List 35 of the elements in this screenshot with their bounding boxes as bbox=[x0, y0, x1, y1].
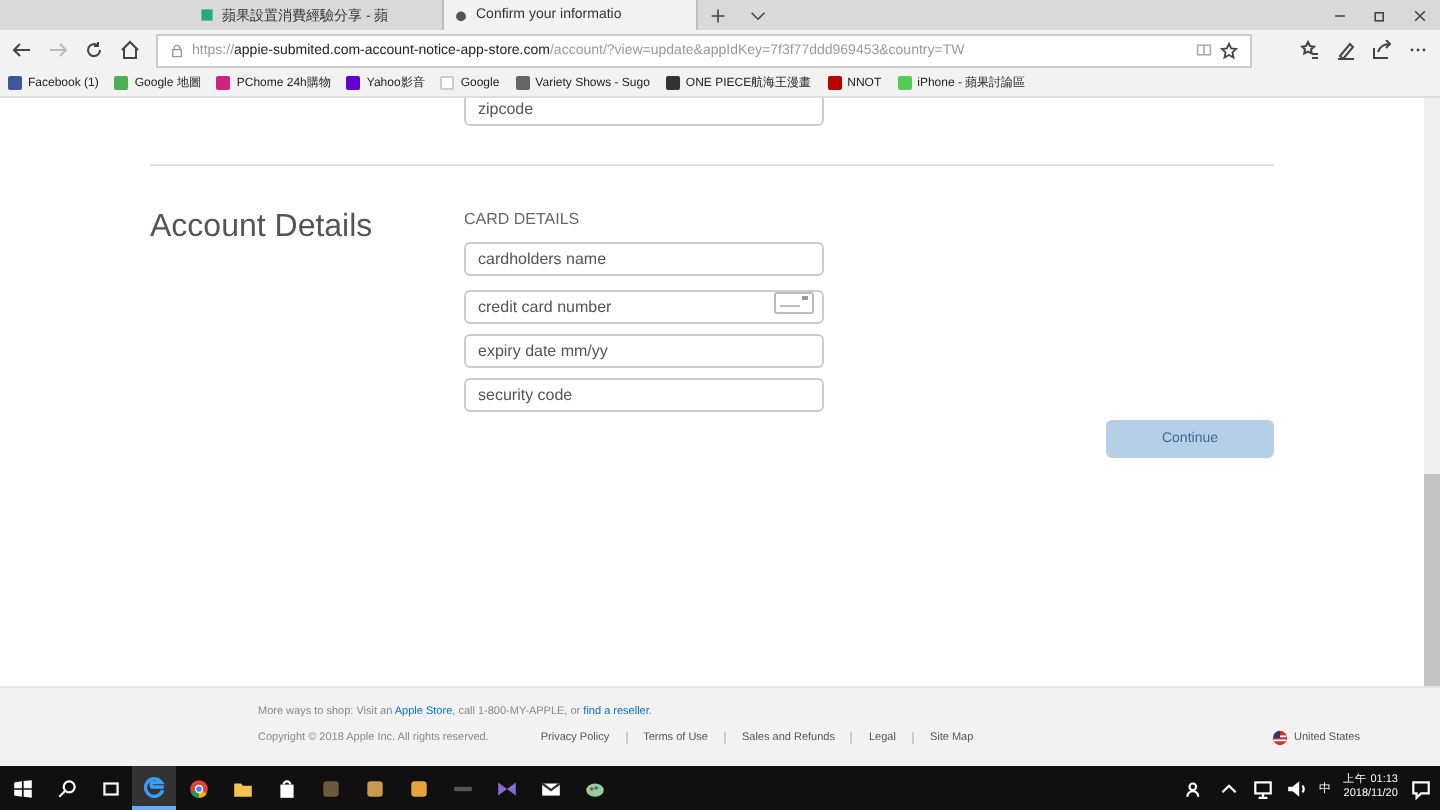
input-field[interactable]: cardholders name bbox=[464, 242, 824, 276]
chevron-down-icon[interactable] bbox=[750, 7, 766, 23]
input-field[interactable]: expiry date mm/yy bbox=[464, 334, 824, 368]
notification-icon[interactable] bbox=[1410, 777, 1432, 799]
share-icon[interactable] bbox=[1372, 40, 1392, 60]
input-field[interactable]: credit card number bbox=[464, 290, 824, 324]
restore-icon[interactable] bbox=[1372, 7, 1388, 23]
search-icon[interactable] bbox=[55, 777, 77, 799]
app-icon[interactable] bbox=[407, 777, 429, 799]
pen-icon[interactable] bbox=[1336, 40, 1356, 60]
star-icon[interactable] bbox=[1220, 41, 1238, 59]
credit-card-icon bbox=[774, 292, 814, 314]
refresh-icon[interactable] bbox=[84, 40, 104, 60]
home-icon[interactable] bbox=[120, 40, 140, 60]
network-icon[interactable] bbox=[1251, 777, 1274, 799]
group-label: CARD DETAILS bbox=[464, 210, 582, 228]
favorites-icon[interactable] bbox=[1300, 40, 1320, 60]
bowtie-icon[interactable] bbox=[495, 777, 517, 799]
windows-icon[interactable] bbox=[11, 777, 33, 799]
chrome-icon[interactable] bbox=[187, 777, 209, 799]
flag-icon bbox=[1271, 730, 1288, 746]
task-view-icon[interactable] bbox=[99, 777, 121, 799]
store-icon[interactable] bbox=[275, 777, 297, 799]
back-icon[interactable] bbox=[12, 40, 32, 60]
scrollbar[interactable] bbox=[1424, 98, 1440, 686]
mail-icon[interactable] bbox=[539, 777, 561, 799]
app-icon[interactable] bbox=[363, 777, 385, 799]
close-icon[interactable] bbox=[1412, 7, 1428, 23]
edge-icon[interactable] bbox=[143, 775, 165, 797]
lock-icon bbox=[170, 43, 184, 57]
zipcode-field[interactable]: zipcode bbox=[464, 98, 824, 126]
input-field[interactable]: security code bbox=[464, 378, 824, 412]
new-tab-icon[interactable] bbox=[710, 7, 726, 23]
section-title: Account Details bbox=[150, 210, 375, 248]
speaker-icon[interactable] bbox=[1285, 777, 1308, 799]
